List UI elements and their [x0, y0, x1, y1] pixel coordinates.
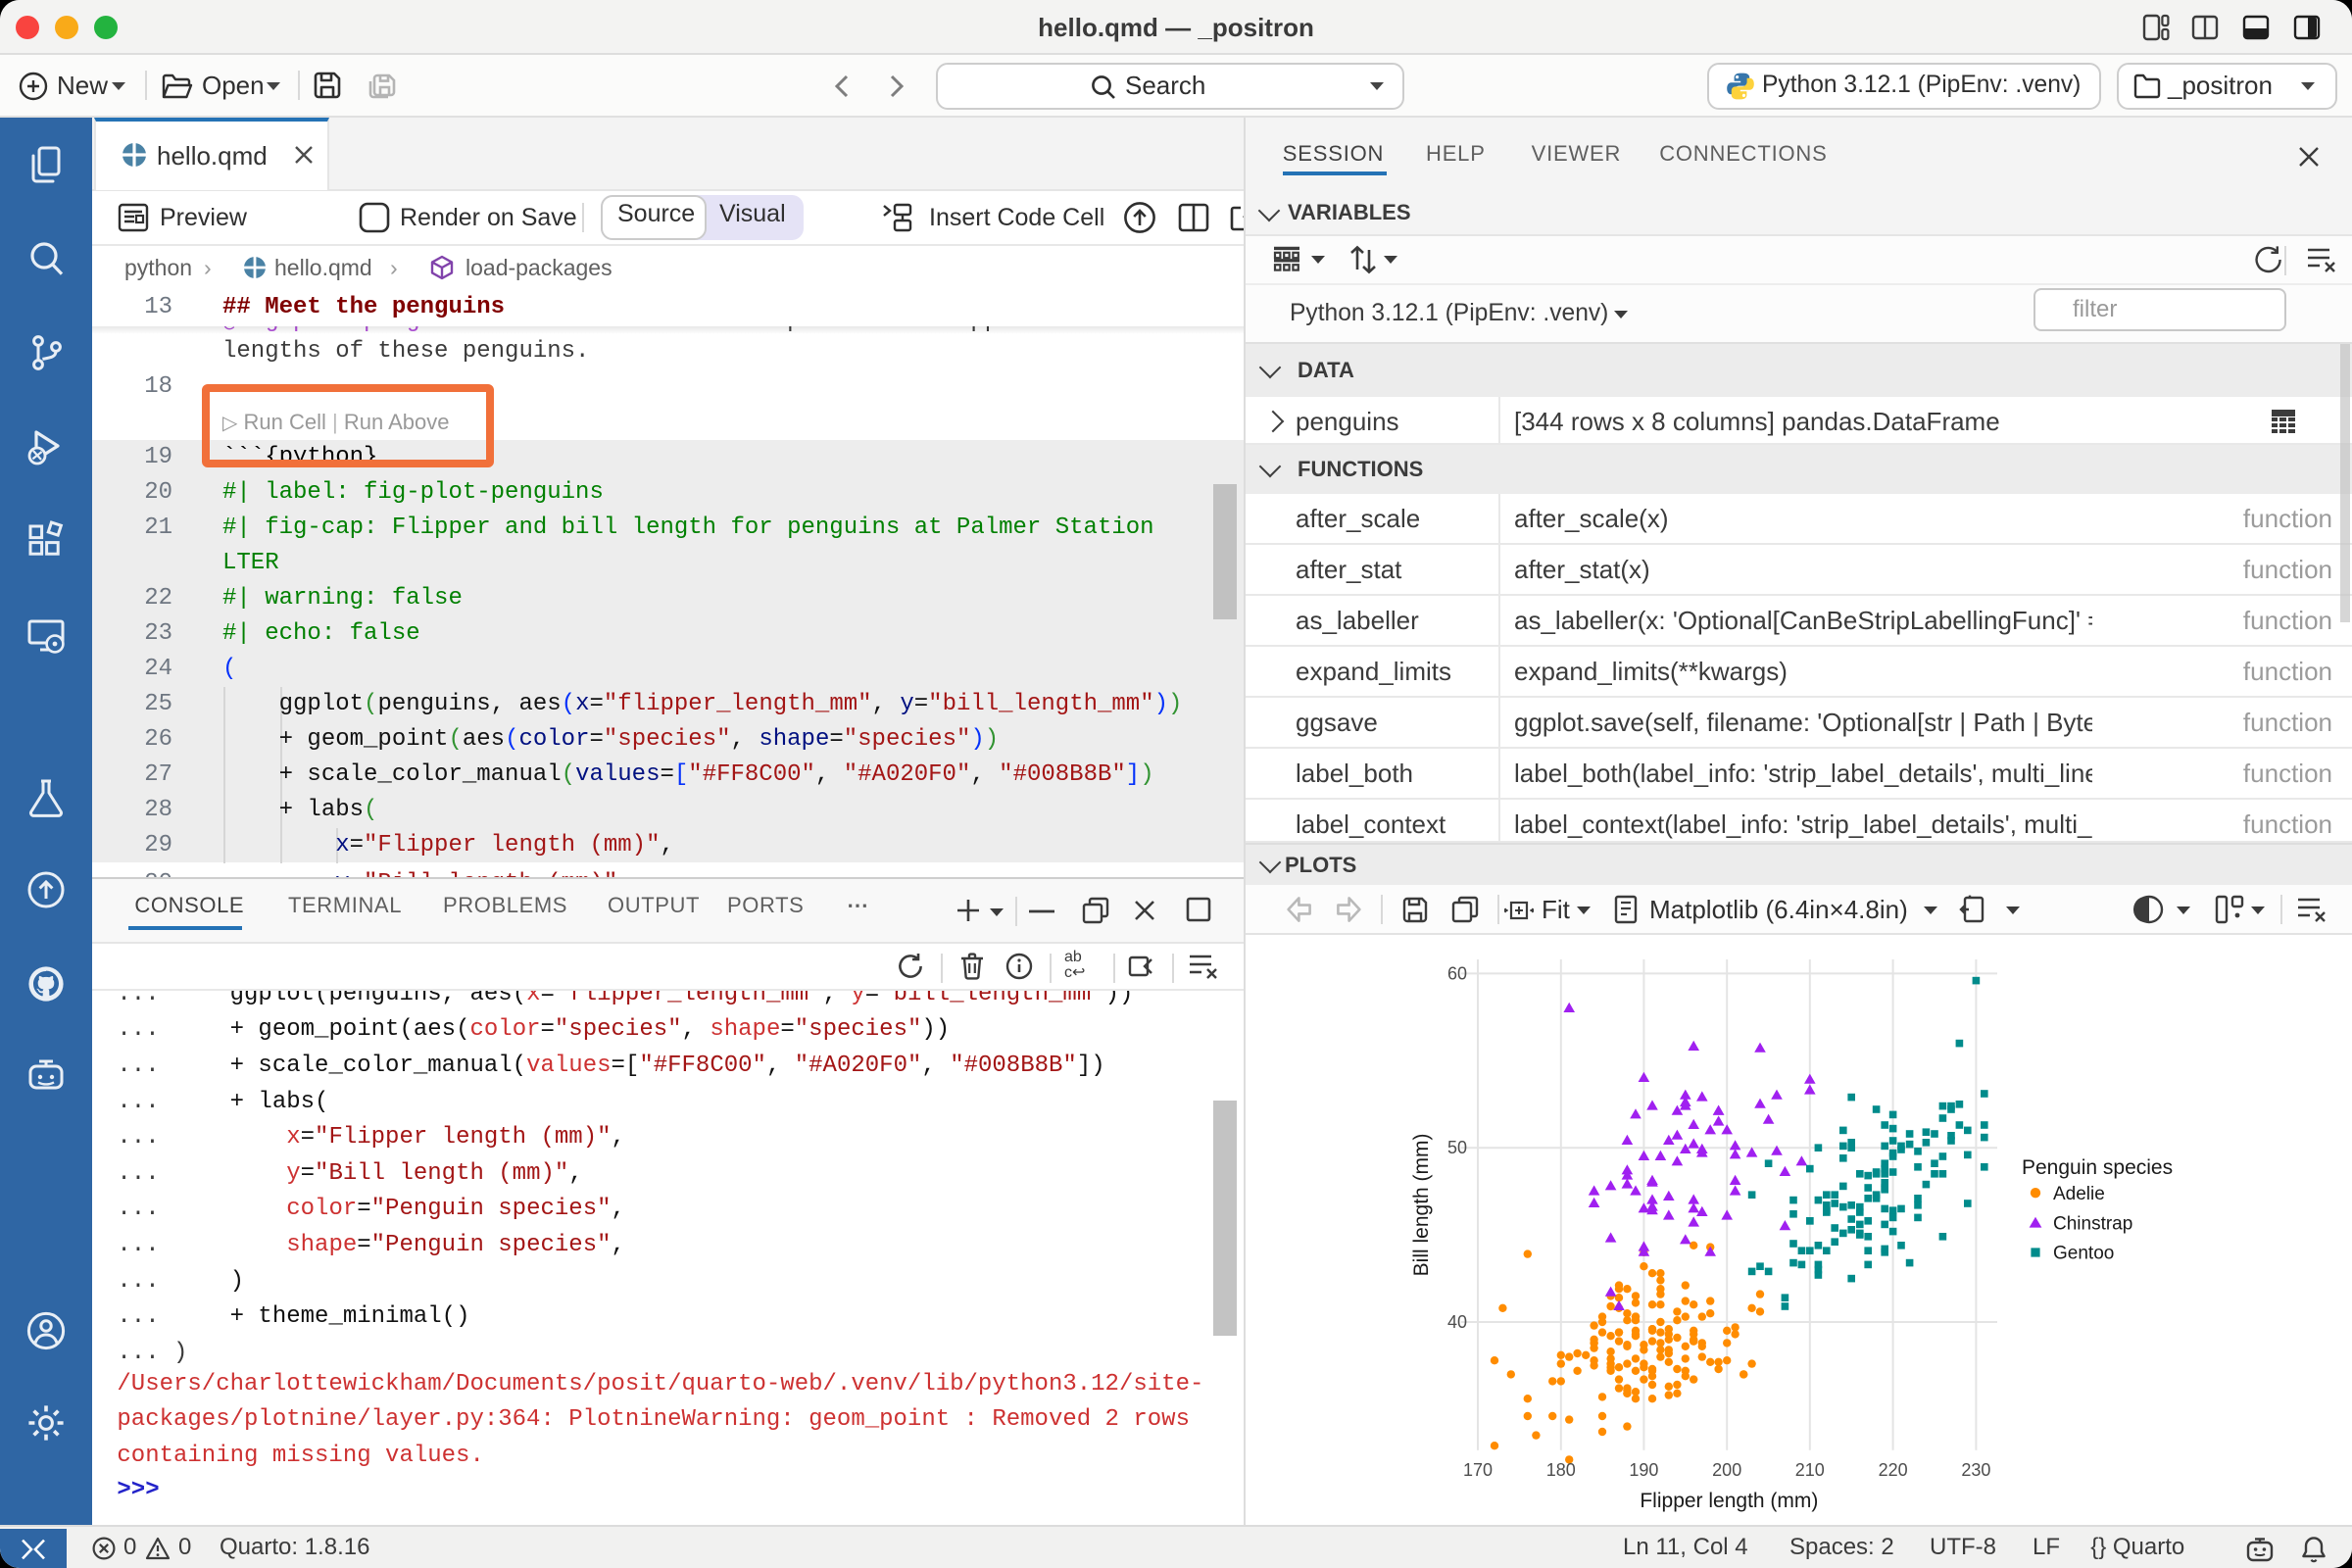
svg-text:Chinstrap: Chinstrap — [2053, 1214, 2132, 1235]
svg-text:50: 50 — [1447, 1138, 1467, 1157]
svg-text:Bill length (mm): Bill length (mm) — [1410, 1133, 1433, 1276]
svg-text:220: 220 — [1879, 1460, 1908, 1480]
svg-text:190: 190 — [1629, 1460, 1658, 1480]
svg-text:170: 170 — [1463, 1460, 1493, 1480]
svg-text:180: 180 — [1546, 1460, 1576, 1480]
svg-text:200: 200 — [1712, 1460, 1741, 1480]
svg-text:60: 60 — [1447, 963, 1467, 983]
svg-text:Flipper length (mm): Flipper length (mm) — [1640, 1490, 1818, 1512]
svg-text:230: 230 — [1961, 1460, 1990, 1480]
svg-text:Adelie: Adelie — [2053, 1184, 2105, 1204]
svg-text:40: 40 — [1447, 1312, 1467, 1332]
svg-text:Gentoo: Gentoo — [2053, 1244, 2114, 1264]
svg-text:Penguin species: Penguin species — [2022, 1156, 2173, 1179]
svg-text:210: 210 — [1795, 1460, 1825, 1480]
